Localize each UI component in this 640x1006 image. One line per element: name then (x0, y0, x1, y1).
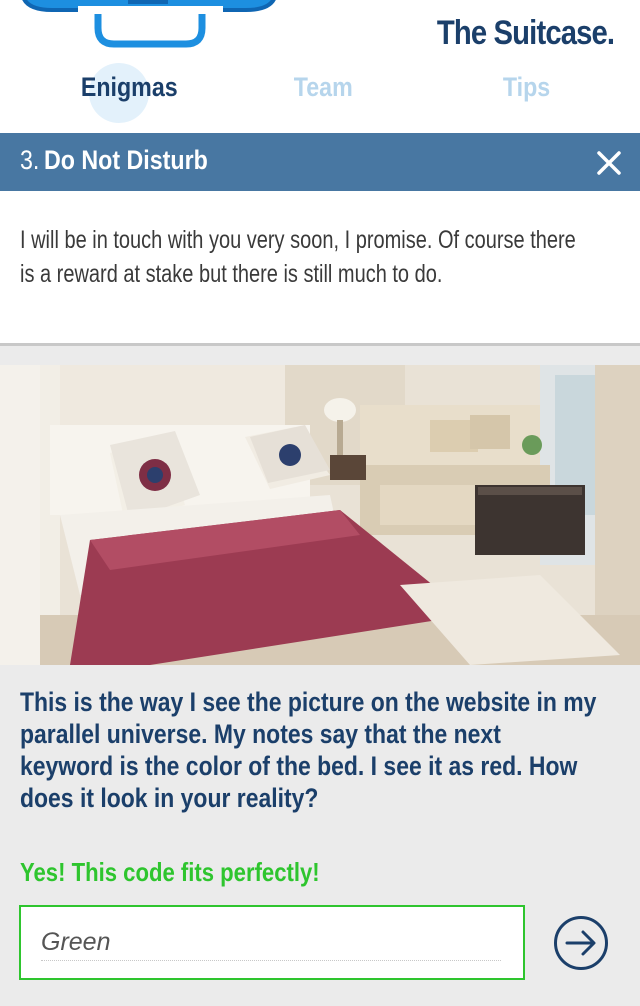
intro-text: I will be in touch with you very soon, I… (20, 226, 576, 288)
hotel-room-photo (0, 365, 640, 665)
enigma-title-bar: 3. Do Not Disturb (0, 133, 640, 191)
answer-input[interactable] (41, 925, 501, 961)
enigma-title: Do Not Disturb (44, 145, 208, 175)
tab-bar: Enigmas Team Tips (0, 62, 640, 123)
app-title: The Suitcase. (436, 14, 615, 52)
answer-field-box (19, 905, 525, 980)
enigma-question: This is the way I see the picture on the… (20, 687, 597, 813)
success-message: Yes! This code fits perfectly! (20, 857, 320, 887)
suitcase-logo-icon (22, 0, 276, 48)
app-header: The Suitcase. Enigmas Team Tips (0, 0, 640, 133)
tab-tips[interactable]: Tips (503, 72, 550, 103)
enigma-number: 3. (20, 145, 40, 175)
tab-enigmas[interactable]: Enigmas (81, 72, 178, 103)
arrow-right-circle-icon[interactable] (553, 915, 609, 971)
tab-team[interactable]: Team (294, 72, 353, 103)
enigma-intro: I will be in touch with you very soon, I… (0, 191, 640, 346)
close-icon[interactable] (596, 150, 622, 176)
